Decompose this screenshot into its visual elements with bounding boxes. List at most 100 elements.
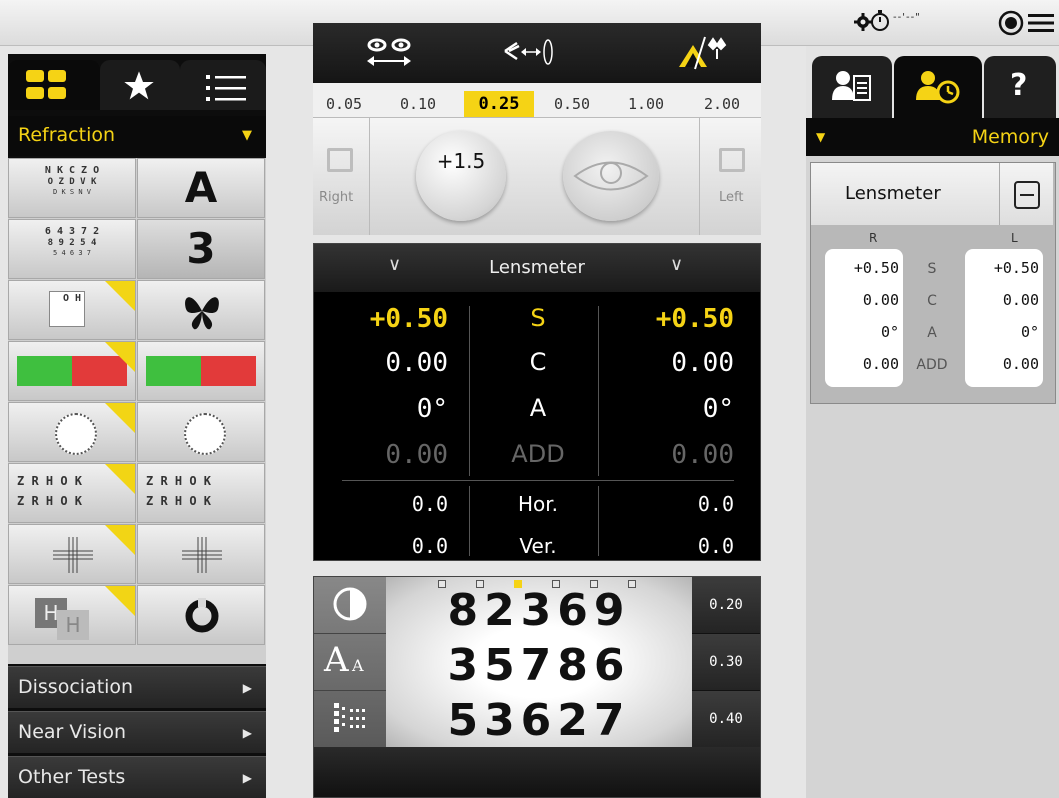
test-red-green-1[interactable] [8, 341, 136, 401]
test-red-green-2[interactable] [137, 341, 265, 401]
step-0-05[interactable]: 0.05 [313, 91, 375, 117]
left-eye-label: Left [719, 190, 744, 205]
test-landolt-ring[interactable] [137, 585, 265, 645]
tab-history[interactable] [894, 56, 982, 118]
left-eye-button[interactable] [563, 131, 659, 221]
test-cross-grid-1[interactable] [8, 524, 136, 584]
memory-right-add: 0.00 [862, 355, 899, 373]
test-oh-polarized[interactable]: O H [8, 280, 136, 340]
acuity-size-3[interactable]: 0.40 [692, 691, 760, 748]
left-panel: Refraction ▼ N K C Z O O Z D V K D K S N… [8, 54, 266, 798]
phoropter-control-panel: 0.05 0.10 0.25 0.50 1.00 2.00 Right +1.5… [313, 23, 761, 235]
axis-label: A [529, 394, 547, 422]
test-zrhok-2[interactable]: Z R H O K Z R H O K [137, 463, 265, 523]
acuity-chart-display[interactable]: 82369 35786 53627 [386, 577, 692, 747]
step-0-25[interactable]: 0.25 [464, 91, 534, 117]
binocular-eyes-icon[interactable] [359, 35, 419, 71]
tab-help[interactable]: ? [984, 56, 1056, 118]
chevron-down-icon[interactable]: ∨ [670, 254, 683, 275]
tab-list[interactable] [180, 60, 266, 110]
left-horizontal-prism[interactable]: 0.0 [614, 492, 734, 516]
chevron-right-icon: ▶ [242, 771, 252, 785]
memory-label-add: ADD [916, 357, 948, 373]
acuity-line-3[interactable]: 53627 [386, 695, 692, 746]
left-add-value[interactable]: 0.00 [614, 440, 734, 470]
menu-dissociation[interactable]: Dissociation ▶ [8, 666, 266, 708]
step-0-10[interactable]: 0.10 [387, 91, 449, 117]
acuity-line-1[interactable]: 82369 [386, 585, 692, 636]
stopwatch-icon[interactable] [870, 10, 890, 32]
chart-layout-button[interactable] [314, 691, 386, 748]
eye-selector-row: Right +1.5 Left [313, 117, 761, 235]
memory-dropdown[interactable]: ▼ Memory [806, 118, 1059, 156]
chevron-right-icon: ▶ [242, 726, 252, 740]
question-icon: ? [1010, 68, 1028, 103]
test-zrhok-1[interactable]: Z R H O K Z R H O K [8, 463, 136, 523]
mode-label: Refraction [18, 124, 116, 146]
chevron-right-icon: ▶ [242, 681, 252, 695]
left-axis-value[interactable]: 0° [614, 394, 734, 424]
acuity-line-2[interactable]: 35786 [386, 640, 692, 691]
polarized-badge-icon [105, 403, 135, 433]
tab-patient-record[interactable] [812, 56, 892, 118]
test-h-polarized[interactable]: H H [8, 585, 136, 645]
test-large-a[interactable]: A [137, 158, 265, 218]
lens-distance-icon[interactable] [503, 37, 557, 67]
font-size-icon: A [324, 640, 349, 680]
test-cross-grid-2[interactable] [137, 524, 265, 584]
tab-grid[interactable] [8, 60, 100, 110]
grid-icon [26, 70, 66, 99]
minus-box-icon [1014, 181, 1040, 209]
right-add-value[interactable]: 0.00 [328, 440, 448, 470]
acuity-size-2[interactable]: 0.30 [692, 634, 760, 691]
eye-icon [573, 161, 649, 191]
cross-grid-icon [182, 537, 222, 573]
left-sphere-value[interactable]: +0.50 [614, 304, 734, 334]
contrast-icon [333, 587, 367, 621]
menu-target-icon[interactable] [998, 10, 1054, 36]
list-icon [206, 75, 246, 101]
acuity-size-1[interactable]: 0.20 [692, 577, 760, 634]
font-size-button[interactable]: A A [314, 634, 386, 691]
step-1-00[interactable]: 1.00 [615, 91, 677, 117]
test-numbers-chart[interactable]: 6 4 3 7 2 8 9 2 5 4 5 4 6 3 7 [8, 219, 136, 279]
lensmeter-header[interactable]: ∨ Lensmeter ∨ [314, 244, 760, 292]
menu-near-vision[interactable]: Near Vision ▶ [8, 711, 266, 753]
right-eye-value-button[interactable]: +1.5 [416, 131, 506, 221]
step-2-00[interactable]: 2.00 [691, 91, 753, 117]
memory-left-add: 0.00 [1002, 355, 1039, 373]
dot-grid-icon [334, 703, 365, 732]
left-vertical-prism[interactable]: 0.0 [614, 534, 734, 558]
right-cylinder-value[interactable]: 0.00 [328, 348, 448, 378]
right-sphere-value[interactable]: +0.50 [328, 304, 448, 334]
patient-record-icon [832, 71, 871, 101]
right-vertical-prism[interactable]: 0.0 [328, 534, 448, 558]
right-eye-label: Right [319, 190, 354, 205]
memory-left-c: 0.00 [1002, 291, 1039, 309]
test-letters-chart[interactable]: N K C Z O O Z D V K D K S N V [8, 158, 136, 218]
right-horizontal-prism[interactable]: 0.0 [328, 492, 448, 516]
test-large-3[interactable]: 3 [137, 219, 265, 279]
tab-favorites[interactable] [100, 60, 180, 110]
memory-col-r: R [869, 231, 878, 245]
step-0-50[interactable]: 0.50 [541, 91, 603, 117]
test-butterfly[interactable] [137, 280, 265, 340]
right-axis-value[interactable]: 0° [328, 394, 448, 424]
mode-dropdown[interactable]: Refraction ▼ [8, 116, 266, 156]
unlock-left-icon[interactable] [719, 148, 745, 172]
dropdown-arrow-icon: ▼ [816, 130, 826, 144]
fog-landscape-icon[interactable] [677, 35, 727, 71]
right-panel: ? ▼ Memory Lensmeter R L +0.50 S +0.50 0… [806, 46, 1059, 798]
left-cylinder-value[interactable]: 0.00 [614, 348, 734, 378]
butterfly-icon [185, 297, 219, 330]
menu-other-tests[interactable]: Other Tests ▶ [8, 756, 266, 798]
contrast-button[interactable] [314, 577, 386, 634]
polarized-badge-icon [105, 281, 135, 311]
memory-right-s: +0.50 [853, 259, 899, 277]
memory-card-header[interactable]: Lensmeter [811, 163, 1053, 225]
unlock-right-icon[interactable] [327, 148, 353, 172]
test-dot-circle-2[interactable] [137, 402, 265, 462]
collapse-button[interactable] [999, 163, 1054, 225]
cylinder-label: C [529, 348, 547, 376]
test-dot-circle-1[interactable] [8, 402, 136, 462]
